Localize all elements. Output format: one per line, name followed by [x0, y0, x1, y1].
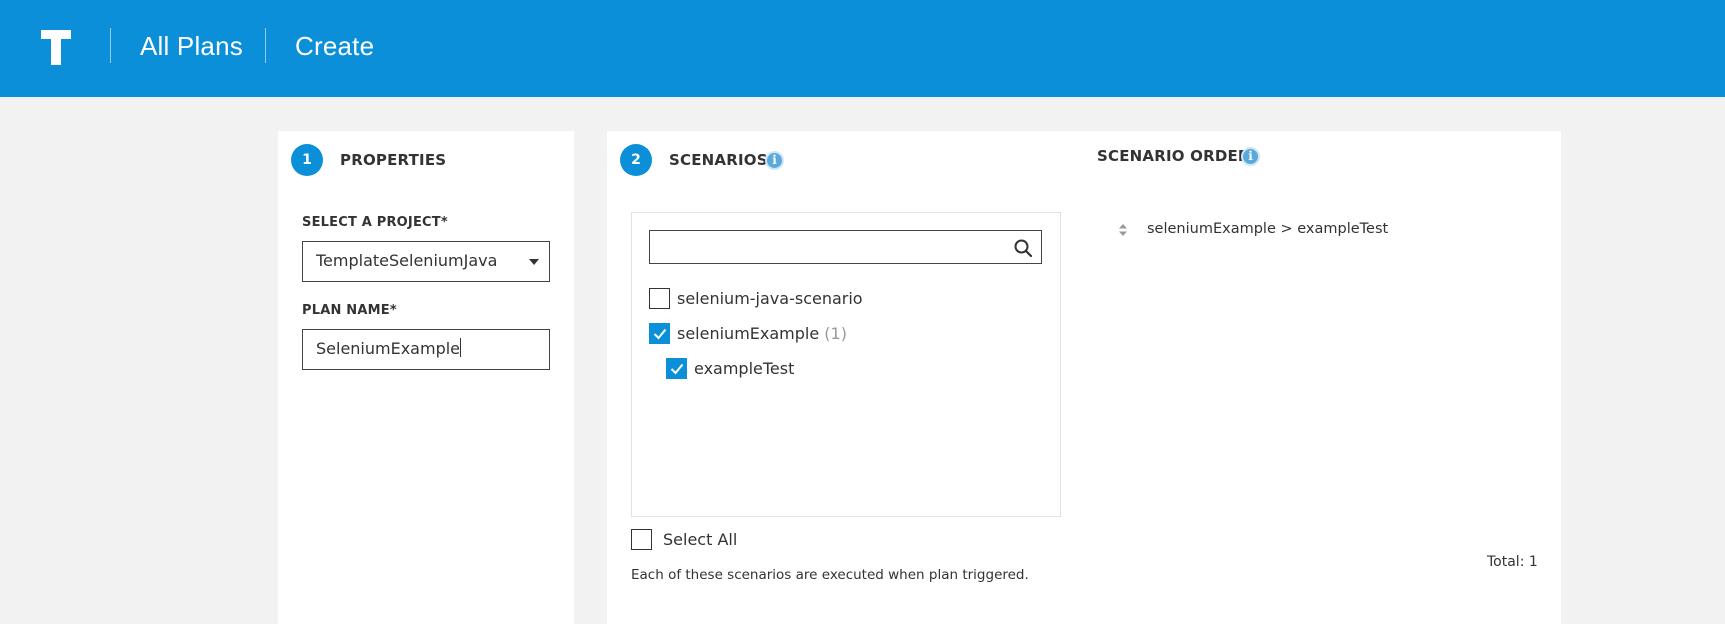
search-icon	[1014, 239, 1032, 257]
scenario-name: seleniumExample	[677, 324, 820, 343]
scenario-order-title: SCENARIO ORDER	[1097, 147, 1250, 165]
header-divider	[110, 28, 111, 63]
logo-stem	[51, 30, 61, 65]
order-item-label[interactable]: seleniumExample > exampleTest	[1147, 221, 1388, 237]
plan-name-value: SeleniumExample	[316, 339, 461, 358]
plan-name-label: PLAN NAME*	[302, 303, 397, 318]
scenario-checkbox[interactable]	[649, 323, 670, 344]
breadcrumb-create: Create	[295, 31, 375, 61]
order-total: Total: 1	[1487, 554, 1538, 570]
scenario-label[interactable]: seleniumExample (1)	[677, 323, 847, 344]
check-icon	[653, 328, 667, 340]
step-number: 2	[620, 144, 652, 176]
scenario-count: (1)	[824, 324, 847, 343]
test-checkbox[interactable]	[666, 358, 687, 379]
project-select[interactable]: TemplateSeleniumJava	[302, 241, 550, 282]
scenario-list-box: selenium-java-scenario seleniumExample (…	[631, 212, 1061, 517]
info-icon[interactable]: i	[1241, 147, 1260, 166]
header-divider	[265, 28, 266, 63]
sort-handle-icon[interactable]	[1118, 223, 1128, 237]
project-label: SELECT A PROJECT*	[302, 215, 448, 230]
scenario-checkbox[interactable]	[649, 288, 670, 309]
properties-panel: 1 PROPERTIES SELECT A PROJECT* TemplateS…	[278, 131, 574, 624]
check-icon	[670, 363, 684, 375]
scenario-search-input[interactable]	[649, 230, 1042, 264]
select-all-label[interactable]: Select All	[663, 529, 737, 550]
breadcrumb-all-plans[interactable]: All Plans	[140, 30, 243, 62]
project-select-value: TemplateSeleniumJava	[316, 251, 498, 270]
text-cursor	[460, 338, 462, 357]
chevron-down-icon	[529, 259, 539, 265]
plan-name-input[interactable]: SeleniumExample	[302, 329, 550, 370]
scenario-label[interactable]: selenium-java-scenario	[677, 288, 863, 309]
properties-title: PROPERTIES	[340, 151, 447, 169]
step-number: 1	[291, 144, 323, 176]
info-icon[interactable]: i	[765, 151, 784, 170]
scenarios-panel: 2 SCENARIOS i selenium-java-scenario sel…	[607, 131, 1561, 624]
select-all-checkbox[interactable]	[631, 529, 652, 550]
top-bar: All Plans Create	[0, 0, 1725, 97]
app-logo[interactable]	[41, 30, 71, 65]
scenarios-title: SCENARIOS	[669, 151, 768, 169]
scenarios-help-text: Each of these scenarios are executed whe…	[631, 567, 1029, 583]
test-label[interactable]: exampleTest	[694, 358, 794, 379]
